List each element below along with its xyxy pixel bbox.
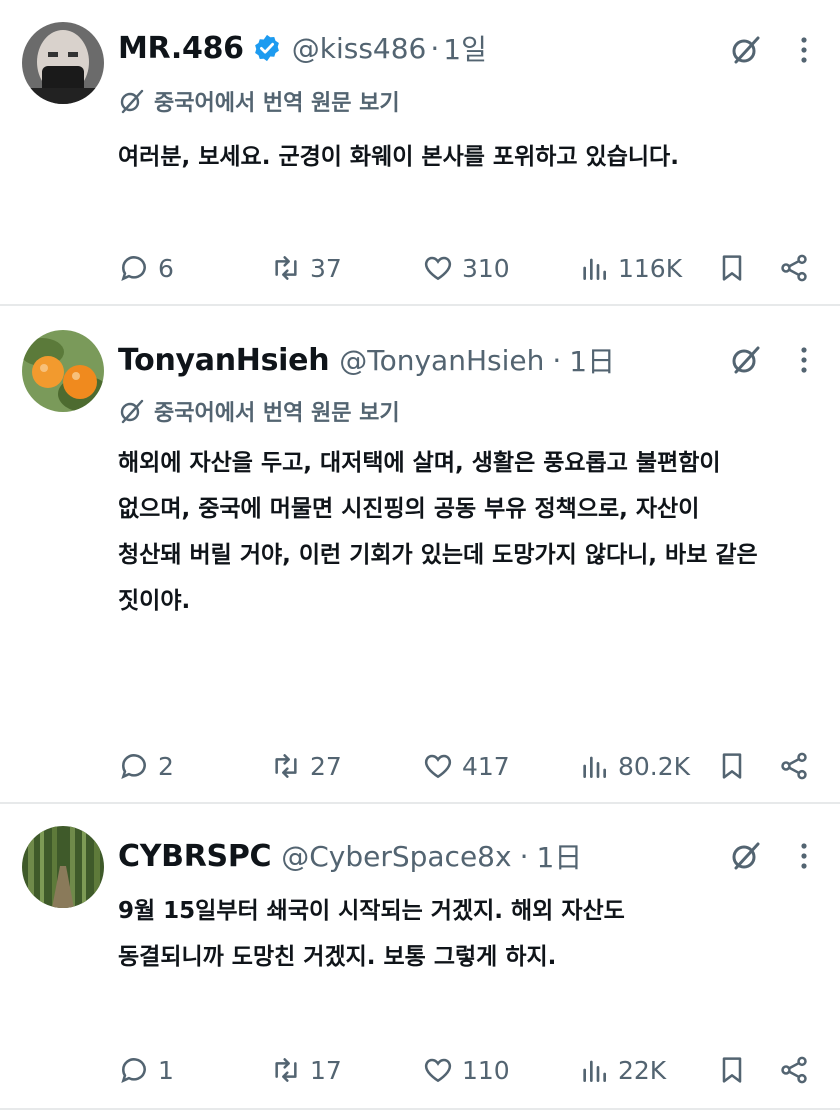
repost-icon	[275, 256, 297, 280]
like-count: 310	[462, 253, 510, 283]
like-button[interactable]: 310	[422, 248, 510, 288]
grok-icon[interactable]	[730, 34, 762, 66]
translate-label: 중국어에서 번역 원문 보기	[154, 91, 400, 116]
handle[interactable]: @TonyanHsieh	[339, 344, 544, 377]
repost-button[interactable]: 27	[270, 746, 342, 786]
share-icon	[781, 254, 807, 282]
heart-icon	[424, 754, 452, 779]
tweet-header: TonyanHsieh @TonyanHsieh · 1日	[118, 340, 615, 380]
reply-button[interactable]: 6	[118, 248, 174, 288]
repost-count: 27	[310, 751, 342, 781]
repost-count: 37	[310, 253, 342, 283]
grok-icon[interactable]	[730, 344, 762, 376]
tweet-text-line: 해외에 자산을 두고, 대저택에 살며, 생활은 풍요롭고 불편함이	[118, 450, 721, 476]
translate-row[interactable]: 중국어에서 번역 원문 보기	[118, 84, 400, 118]
tweet-text-line: 9월 15일부터 쇄국이 시작되는 거겠지. 해외 자산도	[118, 898, 625, 924]
action-bar: 1 17 110 22K	[118, 1050, 818, 1090]
repost-icon	[275, 754, 297, 778]
tweet-text-line: 여러분, 보세요. 군경이 화웨이 본사를 포위하고 있습니다.	[118, 144, 679, 170]
views-icon	[583, 756, 606, 778]
views-button[interactable]: 22K	[578, 1050, 666, 1090]
action-bar: 6 37 310 116K	[118, 248, 818, 288]
display-name[interactable]: CYBRSPC	[118, 839, 272, 874]
share-button[interactable]	[778, 746, 810, 786]
separator-dot: ·	[430, 31, 440, 65]
reply-icon	[121, 754, 146, 779]
reply-count: 1	[158, 1055, 174, 1085]
action-bar: 2 27 417 80.2K	[118, 746, 818, 786]
like-button[interactable]: 110	[422, 1050, 510, 1090]
timestamp[interactable]: 1日	[569, 340, 615, 380]
handle[interactable]: @kiss486	[292, 32, 427, 65]
timestamp[interactable]: 1日	[536, 836, 582, 876]
views-icon	[583, 258, 606, 280]
tweet-text-line: 짓이야.	[118, 588, 191, 614]
reply-button[interactable]: 2	[118, 746, 174, 786]
bookmark-icon	[722, 255, 742, 281]
views-icon	[583, 1060, 606, 1082]
repost-icon	[275, 1058, 297, 1082]
bookmark-icon	[722, 753, 742, 779]
display-name[interactable]: TonyanHsieh	[118, 343, 330, 378]
views-count: 116K	[618, 253, 683, 283]
tweet-text-line: 청산돼 버릴 거야, 이런 기회가 있는데 도망가지 않다니, 바보 같은	[118, 542, 758, 568]
share-button[interactable]	[778, 248, 810, 288]
avatar[interactable]	[22, 22, 104, 104]
heart-icon	[424, 256, 452, 281]
tweet-header: CYBRSPC @CyberSpace8x · 1日	[118, 836, 582, 876]
display-name[interactable]: MR.486	[118, 31, 244, 66]
like-count: 417	[462, 751, 510, 781]
avatar[interactable]	[22, 330, 104, 412]
share-icon	[781, 1056, 807, 1084]
like-button[interactable]: 417	[422, 746, 510, 786]
repost-count: 17	[310, 1055, 342, 1085]
reply-count: 2	[158, 751, 174, 781]
bookmark-button[interactable]	[716, 746, 748, 786]
heart-icon	[424, 1058, 452, 1083]
tweet-2[interactable]: TonyanHsieh @TonyanHsieh · 1日 중국어에서 번역 원…	[0, 306, 840, 804]
handle[interactable]: @CyberSpace8x	[281, 840, 511, 873]
translate-label: 중국어에서 번역 원문 보기	[154, 401, 400, 426]
tweet-text: 9월 15일부터 쇄국이 시작되는 거겠지. 해외 자산도 동결되니까 도망친 …	[118, 888, 808, 980]
share-icon	[781, 752, 807, 780]
tweet-header: MR.486 @kiss486 · 1일	[118, 28, 487, 68]
more-icon[interactable]	[794, 34, 814, 66]
grok-icon[interactable]	[730, 840, 762, 872]
separator-dot: ·	[552, 343, 562, 377]
bookmark-icon	[722, 1057, 742, 1083]
translate-icon	[118, 87, 146, 115]
avatar[interactable]	[22, 826, 104, 908]
repost-button[interactable]: 17	[270, 1050, 342, 1090]
reply-button[interactable]: 1	[118, 1050, 174, 1090]
tweet-1[interactable]: MR.486 @kiss486 · 1일 중국어에서 번역 원문 보기 여러분,…	[0, 0, 840, 306]
repost-button[interactable]: 37	[270, 248, 342, 288]
reply-icon	[121, 256, 146, 281]
tweet-text-line: 없으며, 중국에 머물면 시진핑의 공동 부유 정책으로, 자산이	[118, 496, 700, 522]
tweet-text: 여러분, 보세요. 군경이 화웨이 본사를 포위하고 있습니다.	[118, 134, 808, 180]
reply-icon	[121, 1058, 146, 1083]
verified-badge-icon	[252, 33, 282, 63]
tweet-text: 해외에 자산을 두고, 대저택에 살며, 생활은 풍요롭고 불편함이 없으며, …	[118, 440, 808, 624]
views-count: 22K	[618, 1055, 667, 1085]
tweet-text-line: 동결되니까 도망친 거겠지. 보통 그렇게 하지.	[118, 944, 557, 970]
like-count: 110	[462, 1055, 510, 1085]
bookmark-button[interactable]	[716, 1050, 748, 1090]
share-button[interactable]	[778, 1050, 810, 1090]
translate-row[interactable]: 중국어에서 번역 원문 보기	[118, 394, 400, 428]
translate-icon	[118, 397, 146, 425]
views-button[interactable]: 116K	[578, 248, 682, 288]
views-count: 80.2K	[618, 751, 691, 781]
more-icon[interactable]	[794, 344, 814, 376]
reply-count: 6	[158, 253, 174, 283]
tweet-3[interactable]: CYBRSPC @CyberSpace8x · 1日 9월 15일부터 쇄국이 …	[0, 804, 840, 1110]
timestamp[interactable]: 1일	[443, 28, 487, 68]
bookmark-button[interactable]	[716, 248, 748, 288]
more-icon[interactable]	[794, 840, 814, 872]
separator-dot: ·	[519, 839, 529, 873]
views-button[interactable]: 80.2K	[578, 746, 690, 786]
